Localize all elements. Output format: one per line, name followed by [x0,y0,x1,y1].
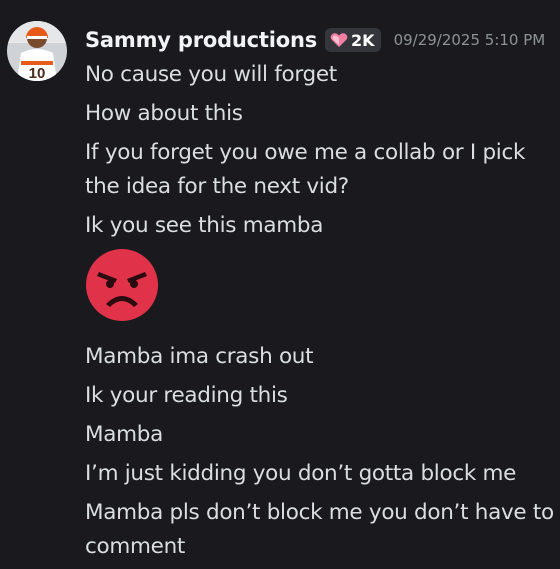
message-line[interactable]: Mamba [85,418,555,452]
heart-gem-icon [330,33,348,47]
avatar-image: 10 [7,21,67,81]
message-line[interactable]: How about this [85,97,555,131]
emoji-message[interactable] [85,248,555,324]
angry-face-emoji[interactable] [85,248,159,322]
message-line[interactable]: I’m just kidding you don’t gotta block m… [85,457,555,491]
author-username[interactable]: Sammy productions [85,28,317,52]
message-line[interactable]: Ik your reading this [85,379,555,413]
message-content-list: No cause you will forget How about this … [85,58,555,569]
user-avatar[interactable]: 10 [7,21,67,81]
server-boost-badge[interactable]: 2K [325,28,381,52]
svg-text:10: 10 [29,65,46,81]
message-line[interactable]: If you forget you owe me a collab or I p… [85,136,555,204]
message-group: 10 Sammy productions 2K 09/29/2025 5:10 … [0,0,560,560]
message-timestamp[interactable]: 09/29/2025 5:10 PM [394,31,546,49]
message-header: Sammy productions 2K 09/29/2025 5:10 PM [85,25,545,55]
message-line[interactable]: Mamba pls don’t block me you don’t have … [85,496,555,564]
badge-count: 2K [351,30,375,50]
message-line[interactable]: Ik you see this mamba [85,209,555,243]
message-line[interactable]: Mamba ima crash out [85,340,555,374]
message-line[interactable]: No cause you will forget [85,58,555,92]
